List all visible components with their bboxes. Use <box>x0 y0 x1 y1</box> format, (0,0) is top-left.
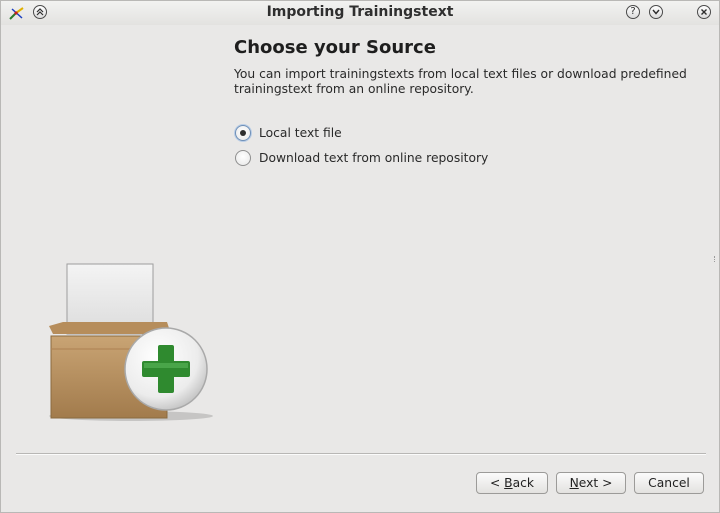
title-bar[interactable]: Importing Trainingstext ? <box>1 1 719 25</box>
back-prefix: < <box>489 476 505 490</box>
option-online-repository[interactable]: Download text from online repository <box>235 150 488 166</box>
resize-grip[interactable] <box>714 256 717 262</box>
option-label: Local text file <box>259 126 342 140</box>
page-description: You can import trainingstexts from local… <box>234 67 687 96</box>
back-mnemonic: B <box>504 476 513 490</box>
close-icon[interactable] <box>697 5 711 19</box>
back-button[interactable]: < Back <box>476 472 548 494</box>
back-rest: ack <box>512 476 535 490</box>
radio-button-checked[interactable] <box>235 125 251 141</box>
help-icon[interactable]: ? <box>626 5 640 19</box>
next-rest: ext > <box>578 476 613 490</box>
separator <box>16 453 706 455</box>
minimize-icon[interactable] <box>649 5 663 19</box>
next-button[interactable]: Next > <box>556 472 626 494</box>
import-wizard-window: Importing Trainingstext ? Choose your So… <box>0 0 720 513</box>
next-mnemonic: N <box>569 476 579 490</box>
option-local-text-file[interactable]: Local text file <box>235 125 342 141</box>
page-heading: Choose your Source <box>234 37 436 58</box>
window-title: Importing Trainingstext <box>266 4 454 20</box>
cancel-button[interactable]: Cancel <box>634 472 704 494</box>
option-label: Download text from online repository <box>259 151 489 165</box>
box-add-icon <box>49 263 213 421</box>
radio-button[interactable] <box>235 150 251 166</box>
